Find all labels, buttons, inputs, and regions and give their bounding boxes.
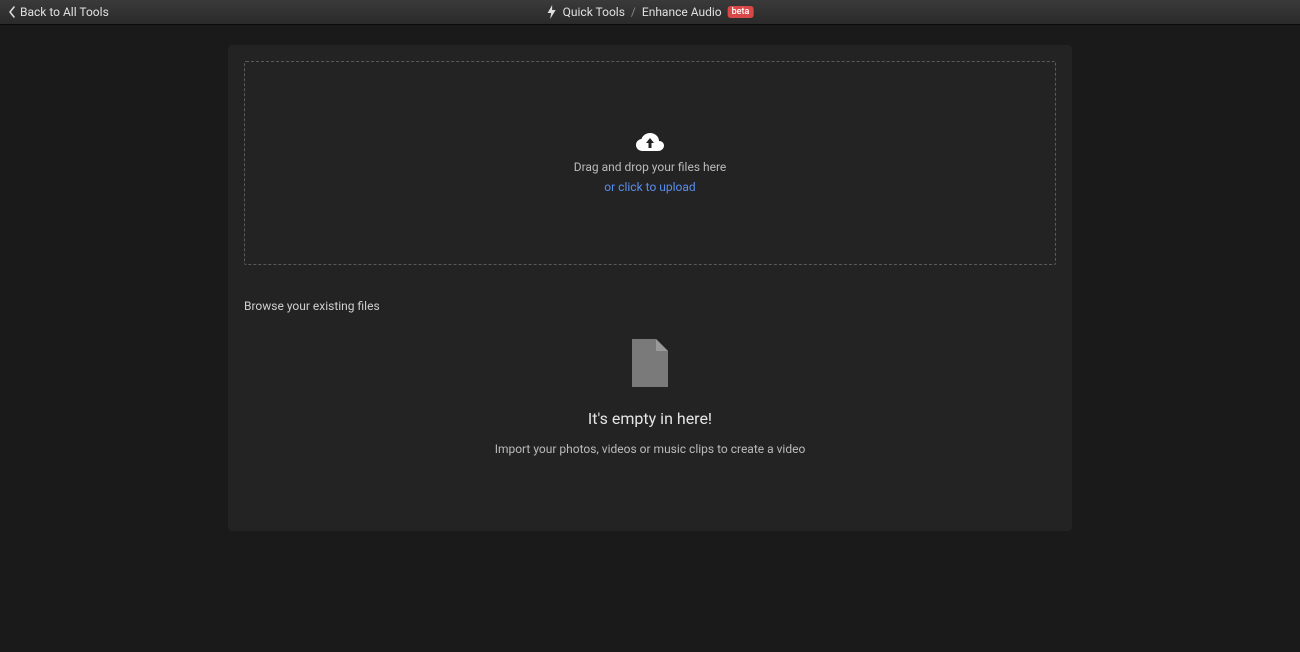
breadcrumb-separator: / — [631, 5, 636, 19]
click-to-upload-link[interactable]: or click to upload — [604, 180, 695, 194]
header-bar: Back to All Tools Quick Tools / Enhance … — [0, 0, 1300, 25]
breadcrumb: Quick Tools / Enhance Audio beta — [547, 5, 754, 19]
browse-existing-label: Browse your existing files — [244, 299, 1056, 313]
lightning-icon — [547, 5, 557, 19]
breadcrumb-current: Enhance Audio — [642, 5, 722, 19]
empty-state: It's empty in here! Import your photos, … — [244, 339, 1056, 456]
beta-badge: beta — [728, 6, 754, 18]
breadcrumb-root-link[interactable]: Quick Tools — [563, 5, 625, 19]
file-dropzone[interactable]: Drag and drop your files here or click t… — [244, 61, 1056, 265]
empty-title: It's empty in here! — [588, 409, 712, 428]
content-panel: Drag and drop your files here or click t… — [228, 45, 1072, 531]
empty-subtitle: Import your photos, videos or music clip… — [495, 442, 806, 456]
main-container: Drag and drop your files here or click t… — [0, 25, 1300, 551]
cloud-upload-icon — [635, 132, 665, 154]
back-label: Back to All Tools — [20, 5, 109, 19]
chevron-left-icon — [8, 6, 16, 18]
back-to-all-tools-button[interactable]: Back to All Tools — [8, 5, 109, 19]
drop-text: Drag and drop your files here — [574, 160, 727, 174]
file-icon — [632, 339, 668, 387]
